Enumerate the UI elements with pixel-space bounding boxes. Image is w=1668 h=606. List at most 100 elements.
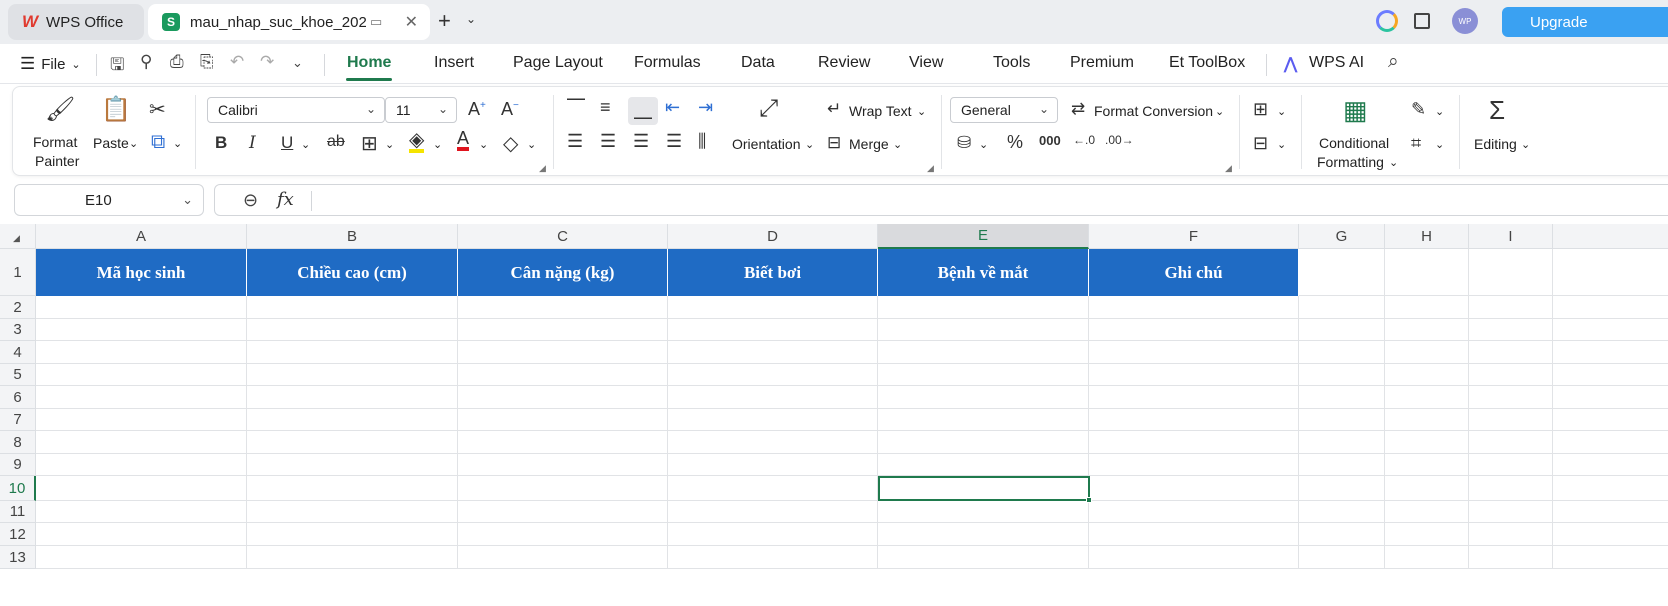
decrease-font-icon[interactable]: A− [501,99,519,120]
print-preview-icon[interactable]: ⎘ [200,52,214,72]
editing-button[interactable]: Editing [1474,136,1517,152]
cell[interactable] [458,501,668,523]
cell[interactable] [1089,501,1299,523]
strikethrough-icon[interactable]: ab [327,133,345,151]
format-conversion-button[interactable]: Format Conversion [1094,103,1213,119]
cell[interactable] [1385,296,1469,319]
header-cell-e[interactable]: Bệnh về mắt [878,249,1089,296]
number-format-select[interactable]: General ⌄ [950,97,1058,123]
chevron-down-icon[interactable]: ⌄ [1277,105,1286,118]
cell[interactable] [668,319,878,341]
cell[interactable] [878,386,1089,409]
copy-icon[interactable]: ⧉ [151,131,165,154]
cell[interactable] [1299,431,1385,454]
cell[interactable] [36,523,247,546]
active-cell-selection[interactable] [878,476,1090,501]
underline-icon[interactable]: U [281,133,293,153]
cell[interactable] [1553,249,1668,296]
column-header-f[interactable]: F [1089,224,1299,249]
column-header-h[interactable]: H [1385,224,1469,249]
cell[interactable] [458,454,668,476]
cell[interactable] [878,431,1089,454]
cell[interactable] [1553,296,1668,319]
cell[interactable] [1469,296,1553,319]
cell[interactable] [668,431,878,454]
cell[interactable] [458,409,668,431]
ai-assistant-icon[interactable] [1376,10,1398,32]
row-header-5[interactable]: 5 [0,364,36,386]
cell[interactable] [1469,341,1553,364]
chevron-down-icon[interactable]: ⌄ [292,55,303,71]
cell[interactable] [458,386,668,409]
row-header-11[interactable]: 11 [0,501,36,523]
cut-icon[interactable]: ✂ [149,97,166,122]
chevron-down-icon[interactable]: ⌄ [1389,156,1398,169]
cell[interactable] [1553,319,1668,341]
row-header-6[interactable]: 6 [0,386,36,409]
alignment-dialog-launcher-icon[interactable]: ◢ [927,163,934,174]
tab-premium[interactable]: Premium [1070,54,1134,72]
cell[interactable] [36,476,247,501]
search-icon[interactable]: ⌕ [1388,51,1399,73]
header-cell-d[interactable]: Biết bơi [668,249,878,296]
number-dialog-launcher-icon[interactable]: ◢ [1225,163,1232,174]
increase-decimal-icon[interactable]: ←.0 [1073,133,1095,147]
cell[interactable] [1089,296,1299,319]
cell[interactable] [36,454,247,476]
cell[interactable] [1385,454,1469,476]
conditional-formatting-label[interactable]: Conditional [1319,135,1389,151]
cell[interactable] [878,341,1089,364]
chevron-down-icon[interactable]: ⌄ [1435,105,1444,118]
cell[interactable] [1089,319,1299,341]
column-header-i[interactable]: I [1469,224,1553,249]
cell[interactable] [1469,249,1553,296]
tab-wps-ai[interactable]: WPS AI [1309,54,1364,72]
paste-button[interactable]: Paste [93,135,129,151]
conditional-formatting-icon[interactable]: ▦ [1343,95,1368,126]
align-middle-icon[interactable]: ≡ [600,97,611,118]
cell[interactable] [1299,454,1385,476]
chevron-down-icon[interactable]: ⌄ [1277,138,1286,151]
cell-style-icon[interactable]: ⊟ [1253,133,1268,154]
window-switch-icon[interactable] [1414,13,1430,29]
cell[interactable] [458,476,668,501]
cell[interactable] [1385,341,1469,364]
tab-view[interactable]: View [909,54,943,72]
cell[interactable] [668,296,878,319]
cell[interactable] [1385,249,1469,296]
format-cells-icon[interactable]: ✎ [1411,99,1426,120]
cell[interactable] [1469,546,1553,569]
cell[interactable] [1385,476,1469,501]
cell[interactable] [668,364,878,386]
fill-handle[interactable] [1086,497,1092,503]
cell[interactable] [1469,454,1553,476]
cell[interactable] [247,476,458,501]
percent-icon[interactable]: % [1007,132,1023,153]
cell[interactable] [1469,386,1553,409]
chevron-down-icon[interactable]: ⌄ [1521,138,1530,151]
zoom-formula-icon[interactable]: ⊖ [243,190,258,211]
header-cell-b[interactable]: Chiều cao (cm) [247,249,458,296]
font-dialog-launcher-icon[interactable]: ◢ [539,163,546,174]
cell[interactable] [1089,364,1299,386]
currency-icon[interactable]: ⛁ [957,133,971,153]
cell[interactable] [668,386,878,409]
row-header-9[interactable]: 9 [0,454,36,476]
font-color-icon[interactable]: A [457,129,470,151]
column-header-b[interactable]: B [247,224,458,249]
cell[interactable] [36,431,247,454]
align-center-icon[interactable]: ☰ [600,131,616,152]
orientation-icon[interactable]: ⤢ [759,95,778,123]
row-header-4[interactable]: 4 [0,341,36,364]
formula-input[interactable]: ⊖ fx [214,184,1668,216]
chevron-down-icon[interactable]: ⌄ [433,138,442,151]
cell[interactable] [1089,386,1299,409]
cell[interactable] [1089,476,1299,501]
cell[interactable] [247,386,458,409]
cell[interactable] [36,546,247,569]
column-header-g[interactable]: G [1299,224,1385,249]
cell[interactable] [458,319,668,341]
decrease-decimal-icon[interactable]: .00→ [1105,133,1134,147]
new-tab-button[interactable]: + [438,8,451,34]
cell[interactable] [668,546,878,569]
